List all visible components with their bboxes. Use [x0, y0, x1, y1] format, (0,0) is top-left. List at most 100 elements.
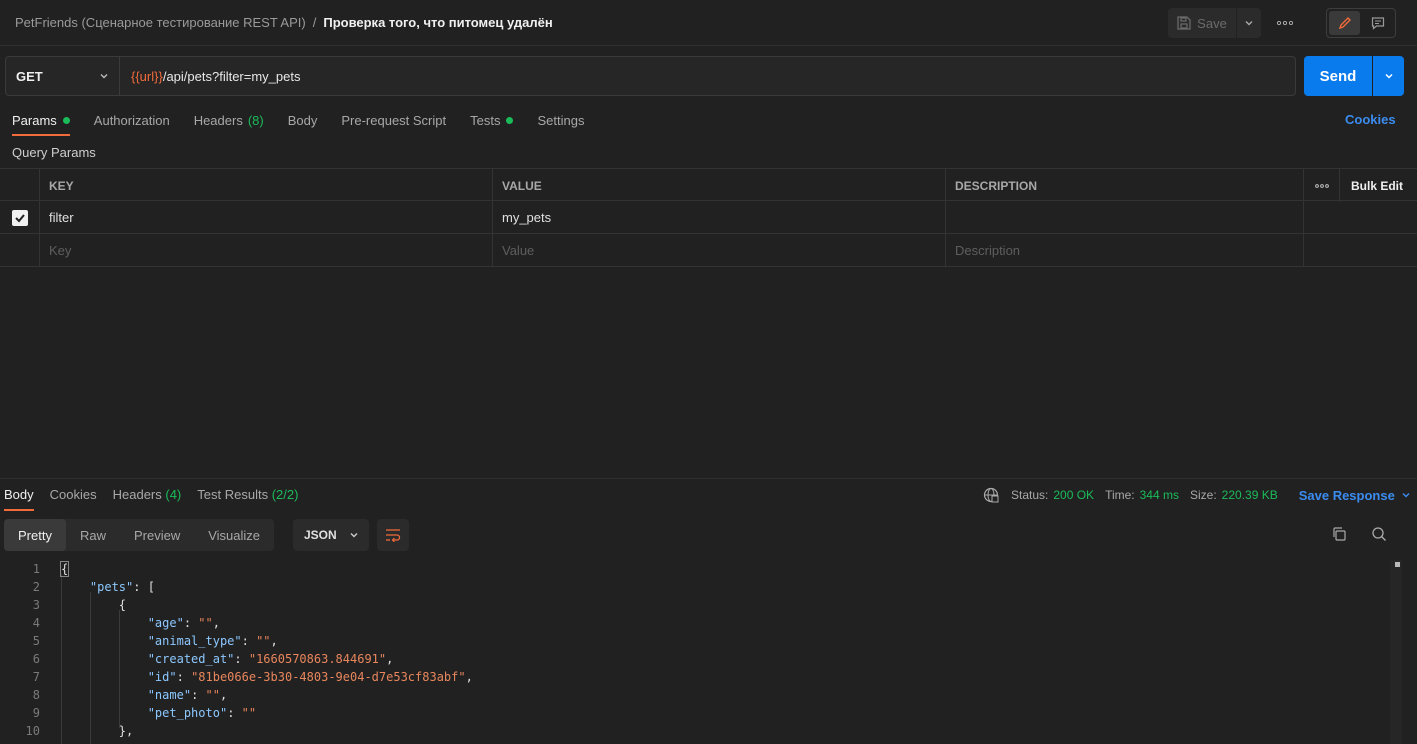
new-value-input[interactable]: Value: [493, 234, 946, 267]
tab-body-label: Body: [287, 112, 318, 128]
time-value[interactable]: 344 ms: [1140, 488, 1179, 502]
column-header-key: KEY: [40, 169, 493, 202]
code-line: 8 "name": "",: [0, 686, 1417, 704]
size-value[interactable]: 220.39 KB: [1222, 488, 1278, 502]
line-number: 5: [32, 634, 40, 648]
url-path: /api/pets?filter=my_pets: [162, 68, 301, 84]
cookies-link[interactable]: Cookies: [1345, 112, 1396, 127]
json-key: "age": [147, 616, 184, 630]
comments-button[interactable]: [1362, 11, 1393, 35]
checkmark-icon: [14, 213, 25, 222]
send-button[interactable]: Send: [1304, 56, 1372, 96]
response-body-code[interactable]: 1 { 2 "pets": [ 3 { 4 "age": "", 5 "anima…: [0, 560, 1417, 744]
format-label: JSON: [304, 528, 337, 542]
view-tab-raw[interactable]: Raw: [66, 519, 120, 551]
pane-divider[interactable]: [0, 478, 1417, 479]
tab-body[interactable]: Body: [288, 111, 318, 129]
view-tab-pretty[interactable]: Pretty: [4, 519, 66, 551]
json-key: "pet_photo": [147, 706, 228, 720]
column-header-value: VALUE: [493, 169, 946, 202]
url-input[interactable]: {{url}}/api/pets?filter=my_pets: [120, 69, 300, 84]
column-options-button[interactable]: [1304, 169, 1340, 202]
tab-prerequest-script[interactable]: Pre-request Script: [341, 111, 446, 129]
line-number: 4: [32, 616, 40, 630]
column-header-description: DESCRIPTION: [946, 169, 1304, 202]
view-tab-preview[interactable]: Preview: [120, 519, 194, 551]
breadcrumb-collection[interactable]: PetFriends (Сценарное тестирование REST …: [15, 15, 306, 30]
code-line: 3 {: [0, 596, 1417, 614]
json-brace: },: [118, 724, 134, 738]
tab-params-label: Params: [12, 112, 57, 128]
param-value-field[interactable]: my_pets: [493, 201, 946, 234]
code-line: 10 },: [0, 722, 1417, 740]
save-response-button[interactable]: Save Response: [1299, 488, 1411, 503]
test-results-count: (2/2): [271, 487, 299, 502]
response-headers-count: (4): [165, 487, 182, 502]
param-enabled-checkbox[interactable]: [11, 209, 28, 226]
globe-icon[interactable]: [983, 487, 999, 503]
code-line: 6 "created_at": "1660570863.844691",: [0, 650, 1417, 668]
response-tab-test-results[interactable]: Test Results (2/2): [197, 487, 298, 502]
tab-settings[interactable]: Settings: [537, 111, 584, 129]
response-tab-body[interactable]: Body: [4, 487, 34, 511]
vertical-scrollbar[interactable]: [1390, 560, 1402, 744]
line-number: 6: [32, 652, 40, 666]
url-variable: {{url}}: [131, 68, 163, 84]
code-line: 2 "pets": [: [0, 578, 1417, 596]
json-punct: : [: [133, 580, 155, 594]
code-line: 5 "animal_type": "",: [0, 632, 1417, 650]
tab-headers[interactable]: Headers (8): [194, 111, 264, 129]
json-string: "": [241, 706, 257, 720]
line-number: 9: [32, 706, 40, 720]
save-label: Save: [1197, 15, 1227, 31]
breadcrumb: PetFriends (Сценарное тестирование REST …: [15, 15, 553, 30]
header-checkbox-cell: [0, 169, 40, 202]
breadcrumb-separator: /: [312, 15, 317, 30]
view-tab-visualize[interactable]: Visualize: [194, 519, 274, 551]
code-text: {: [59, 560, 70, 578]
format-select[interactable]: JSON: [293, 519, 369, 551]
tab-params[interactable]: Params: [12, 111, 70, 136]
copy-icon[interactable]: [1331, 526, 1347, 545]
line-number: 1: [32, 562, 40, 576]
tab-authorization[interactable]: Authorization: [94, 111, 170, 129]
code-line: 4 "age": "",: [0, 614, 1417, 632]
bulk-edit-button[interactable]: Bulk Edit: [1340, 169, 1417, 202]
status-value[interactable]: 200 OK: [1053, 488, 1094, 502]
new-key-input[interactable]: Key: [40, 234, 493, 267]
more-actions-button[interactable]: [1272, 12, 1298, 34]
search-icon[interactable]: [1371, 526, 1387, 545]
new-description-input[interactable]: Description: [946, 234, 1304, 267]
tab-tests[interactable]: Tests: [470, 111, 514, 129]
method-select[interactable]: GET: [6, 57, 120, 95]
code-text: "name": "",: [147, 688, 228, 702]
scrollbar-thumb[interactable]: [1395, 562, 1400, 567]
code-text: "pet_photo": "": [147, 706, 257, 720]
table-row-new: Key Value Description: [0, 234, 1417, 267]
code-text: "pets": [: [61, 578, 155, 596]
param-key-field[interactable]: filter: [40, 201, 493, 234]
code-text: {: [61, 596, 126, 614]
chevron-down-icon: [350, 533, 358, 538]
json-string: "": [256, 634, 271, 648]
header-bar: PetFriends (Сценарное тестирование REST …: [0, 0, 1417, 46]
wrap-lines-button[interactable]: [377, 519, 409, 551]
code-text: "animal_type": "",: [147, 634, 278, 648]
headers-count: (8): [247, 112, 264, 128]
breadcrumb-request-name[interactable]: Проверка того, что питомец удалён: [323, 15, 552, 30]
size-label: Size:: [1189, 488, 1217, 502]
chevron-down-icon: [1402, 493, 1410, 498]
send-options-button[interactable]: [1373, 56, 1404, 96]
response-tab-headers[interactable]: Headers (4): [113, 487, 182, 502]
edit-mode-button[interactable]: [1329, 11, 1360, 35]
param-description-field[interactable]: [946, 201, 1304, 234]
response-status-bar: Status: 200 OK Time: 344 ms Size: 220.39 KB…: [983, 487, 1411, 503]
json-string: "": [205, 688, 220, 702]
save-options-button[interactable]: [1237, 8, 1261, 38]
save-button[interactable]: Save: [1168, 8, 1236, 38]
tab-prerequest-label: Pre-request Script: [341, 112, 447, 128]
mode-switch: [1326, 8, 1396, 38]
response-tab-cookies[interactable]: Cookies: [50, 487, 97, 502]
json-brace: {: [118, 598, 127, 612]
chevron-down-icon: [1245, 21, 1253, 26]
